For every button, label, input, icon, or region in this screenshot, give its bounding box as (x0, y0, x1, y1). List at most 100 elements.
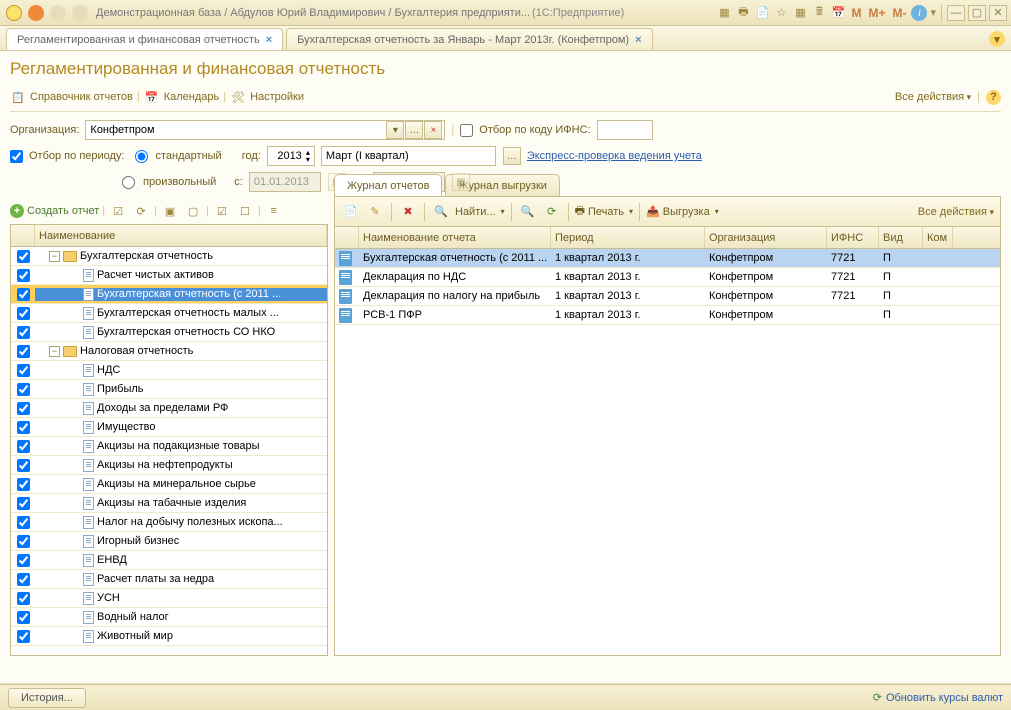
nav-fwd-icon[interactable] (48, 3, 68, 23)
tree-item-row[interactable]: Расчет платы за недра (11, 570, 327, 589)
all-actions-dropdown[interactable]: Все действия (895, 91, 971, 103)
tree-item-row[interactable]: Расчет чистых активов (11, 266, 327, 285)
reference-link[interactable]: Справочник отчетов (30, 91, 133, 103)
new-icon[interactable]: 📄 (341, 202, 361, 222)
collapse-icon[interactable]: − (49, 251, 60, 262)
journal-all-actions[interactable]: Все действия (918, 206, 994, 218)
col-period[interactable]: Период (551, 227, 705, 248)
year-input[interactable]: 2013▴▾ (267, 146, 315, 166)
tree-item-row[interactable]: НДС (11, 361, 327, 380)
col-ifns[interactable]: ИФНС (827, 227, 879, 248)
close-tab-icon[interactable]: × (635, 34, 641, 46)
select-all-icon[interactable]: ☑ (212, 201, 232, 221)
row-checkbox[interactable] (17, 554, 30, 567)
row-checkbox[interactable] (17, 383, 30, 396)
tree-item-row[interactable]: Бухгалтерская отчетность СО НКО (11, 323, 327, 342)
tool-icon-1[interactable]: ▦ (716, 5, 732, 21)
col-org[interactable]: Организация (705, 227, 827, 248)
row-checkbox[interactable] (17, 459, 30, 472)
tree-item-row[interactable]: Игорный бизнес (11, 532, 327, 551)
row-checkbox[interactable] (17, 364, 30, 377)
standard-radio[interactable] (135, 150, 148, 163)
dropdown-icon[interactable]: ▾ (386, 121, 404, 139)
ifns-input[interactable] (597, 120, 653, 140)
row-checkbox[interactable] (17, 421, 30, 434)
create-report-button[interactable]: + Создать отчет (10, 204, 99, 218)
row-checkbox[interactable] (17, 250, 30, 263)
tool-icon-3[interactable]: 📄 (754, 5, 770, 21)
row-checkbox[interactable] (17, 288, 30, 301)
memory-mminus[interactable]: M- (890, 6, 908, 20)
period-filter-checkbox[interactable] (10, 150, 23, 163)
from-date-input[interactable]: 01.01.2013 (249, 172, 321, 192)
tab-accounting-report[interactable]: Бухгалтерская отчетность за Январь - Мар… (286, 28, 652, 50)
row-checkbox[interactable] (17, 535, 30, 548)
refresh-list-icon[interactable]: ⟳ (131, 201, 151, 221)
more-icon[interactable]: ≡ (264, 201, 284, 221)
find-button[interactable]: Найти... (455, 206, 505, 218)
custom-radio[interactable] (122, 176, 135, 189)
row-checkbox[interactable] (17, 630, 30, 643)
journal-row[interactable]: Бухгалтерская отчетность (с 2011 ...1 кв… (335, 249, 1000, 268)
subtab-journal-reports[interactable]: Журнал отчетов (334, 174, 442, 196)
delete-icon[interactable]: ✖ (398, 202, 418, 222)
tree-item-row[interactable]: Имущество (11, 418, 327, 437)
row-checkbox[interactable] (17, 345, 30, 358)
row-checkbox[interactable] (17, 497, 30, 510)
favorite-icon[interactable]: ☆ (773, 5, 789, 21)
refresh-rates-link[interactable]: ⟳ Обновить курсы валют (873, 691, 1003, 704)
memory-mplus[interactable]: M+ (866, 6, 887, 20)
tree-item-row[interactable]: Акцизы на подакцизные товары (11, 437, 327, 456)
journal-row[interactable]: Декларация по НДС1 квартал 2013 г.Конфет… (335, 268, 1000, 287)
close-button[interactable]: ✕ (989, 5, 1007, 21)
journal-row[interactable]: РСВ-1 ПФР1 квартал 2013 г.КонфетпромП (335, 306, 1000, 325)
nav-back-icon[interactable] (26, 3, 46, 23)
row-checkbox[interactable] (17, 440, 30, 453)
help-icon[interactable]: ? (986, 90, 1001, 105)
tree-item-row[interactable]: Бухгалтерская отчетность малых ... (11, 304, 327, 323)
reload-icon[interactable]: ⟳ (542, 202, 562, 222)
refresh-icon[interactable]: 🔍 (518, 202, 538, 222)
export-dropdown[interactable]: 📤 Выгрузка (646, 205, 719, 218)
tree-item-row[interactable]: Водный налог (11, 608, 327, 627)
tree-item-row[interactable]: Акцизы на табачные изделия (11, 494, 327, 513)
tree-item-row[interactable]: Прибыль (11, 380, 327, 399)
col-name[interactable]: Наименование отчета (359, 227, 551, 248)
row-checkbox[interactable] (17, 611, 30, 624)
tree-folder-row[interactable]: −Налоговая отчетность (11, 342, 327, 361)
settings-link[interactable]: Настройки (250, 91, 304, 103)
memory-m[interactable]: M (849, 6, 863, 20)
tree-item-row[interactable]: Налог на добычу полезных ископа... (11, 513, 327, 532)
tree-item-row[interactable]: ЕНВД (11, 551, 327, 570)
toggle-check-icon[interactable]: ☑ (108, 201, 128, 221)
row-checkbox[interactable] (17, 478, 30, 491)
col-vid[interactable]: Вид (879, 227, 923, 248)
collapse-icon[interactable]: ▢ (183, 201, 203, 221)
expand-icon[interactable]: ▣ (160, 201, 180, 221)
panel-help-icon[interactable]: ▾ (989, 31, 1005, 47)
calc-icon[interactable]: 🖩 (811, 5, 827, 21)
deselect-all-icon[interactable]: ☐ (235, 201, 255, 221)
close-tab-icon[interactable]: × (266, 34, 272, 46)
calendar-icon[interactable]: 📅 (830, 5, 846, 21)
ifns-filter-checkbox[interactable] (460, 124, 473, 137)
express-check-link[interactable]: Экспресс-проверка ведения учета (527, 150, 702, 162)
calendar-link[interactable]: Календарь (164, 91, 220, 103)
row-checkbox[interactable] (17, 516, 30, 529)
row-checkbox[interactable] (17, 402, 30, 415)
minimize-button[interactable]: — (947, 5, 965, 21)
col-kom[interactable]: Ком (923, 227, 953, 248)
tree-item-row[interactable]: Доходы за пределами РФ (11, 399, 327, 418)
maximize-button[interactable]: ▢ (968, 5, 986, 21)
history-button[interactable]: История... (8, 688, 86, 708)
collapse-icon[interactable]: − (49, 346, 60, 357)
row-checkbox[interactable] (17, 326, 30, 339)
print-dropdown[interactable]: 🖶 Печать (575, 202, 633, 221)
info-icon[interactable]: i (911, 5, 927, 21)
period-input[interactable]: Март (I квартал) (321, 146, 496, 166)
tree-item-row[interactable]: Бухгалтерская отчетность (с 2011 ... (11, 285, 327, 304)
row-checkbox[interactable] (17, 573, 30, 586)
tree-item-row[interactable]: УСН (11, 589, 327, 608)
row-checkbox[interactable] (17, 307, 30, 320)
tree-header[interactable]: Наименование (35, 225, 327, 246)
